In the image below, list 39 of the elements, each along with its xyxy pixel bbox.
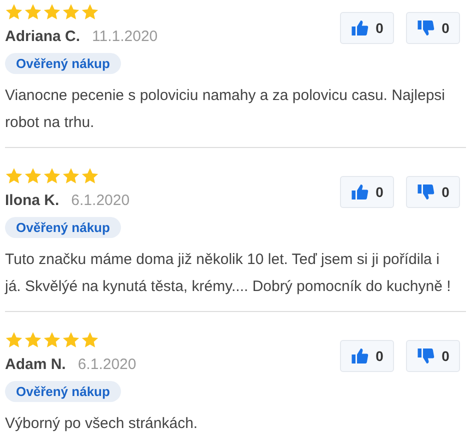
like-button[interactable]: 0 (340, 12, 394, 44)
thumbs-up-icon (350, 347, 369, 365)
author-name: Adam N. (5, 356, 66, 373)
star-icon (5, 331, 23, 349)
review-date: 6.1.2020 (78, 356, 136, 373)
thumbs-down-icon (416, 183, 435, 201)
dislike-button[interactable]: 0 (406, 176, 460, 208)
star-icon (43, 3, 61, 21)
review-date: 11.1.2020 (92, 28, 158, 45)
star-icon (62, 167, 80, 185)
star-icon (43, 167, 61, 185)
review-text: Vianocne pecenie s poloviciu namahy a za polovicu casu. Najlepsi robot na trhu. (5, 86, 446, 133)
like-button[interactable]: 0 (340, 340, 394, 372)
star-icon (81, 331, 99, 349)
star-icon (62, 331, 80, 349)
star-icon (5, 3, 23, 21)
thumbs-up-icon (350, 19, 369, 37)
star-icon (43, 331, 61, 349)
star-icon (5, 167, 23, 185)
like-button[interactable]: 0 (340, 176, 394, 208)
thumbs-down-icon (416, 19, 435, 37)
verified-badge: Ověřený nákup (5, 381, 121, 402)
dislike-button[interactable]: 0 (406, 12, 460, 44)
star-icon (81, 3, 99, 21)
star-icon (24, 167, 42, 185)
author-name: Ilona K. (5, 192, 60, 209)
review-date: 6.1.2020 (71, 192, 130, 209)
thumbs-down-icon (416, 347, 435, 365)
dislike-button[interactable]: 0 (406, 340, 460, 372)
verified-badge: Ověřený nákup (5, 217, 121, 238)
author-name: Adriana C. (5, 28, 80, 45)
star-icon (24, 3, 42, 21)
thumbs-up-icon (350, 183, 369, 201)
star-icon (24, 331, 42, 349)
review-text: Výborný po všech stránkách. (5, 414, 199, 434)
review-text: Tuto značku máme doma již několik 10 let. Teď jsem si ji pořídila i já. Skvělýé na kynutá těsta, krémy.... Dobrý pomocník do kuchyně ! (5, 250, 452, 297)
verified-badge: Ověřený nákup (5, 53, 121, 74)
star-icon (62, 3, 80, 21)
star-icon (81, 167, 99, 185)
